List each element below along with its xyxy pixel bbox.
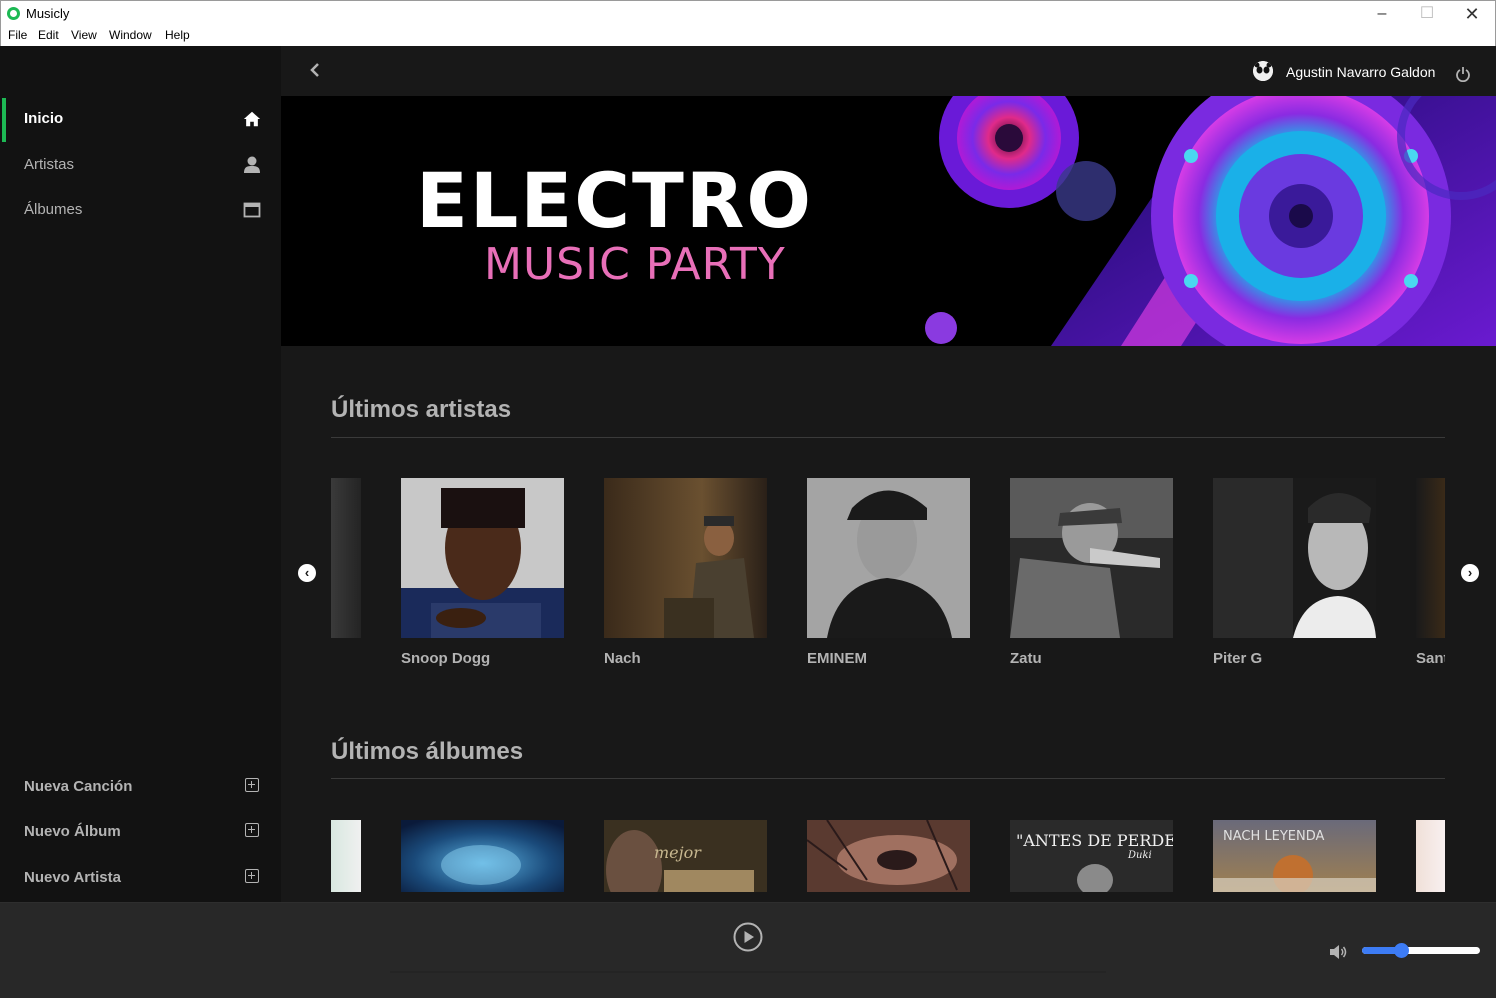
chevron-right-icon: › — [1467, 565, 1473, 580]
plus-square-icon — [245, 869, 259, 883]
power-icon[interactable] — [1455, 66, 1471, 82]
new-artist-label: Nuevo Artista — [24, 869, 121, 886]
album-text: NACH LEYENDA — [1223, 829, 1324, 844]
album-text: mejor — [654, 843, 702, 862]
user-name[interactable]: Agustin Navarro Galdon — [1286, 64, 1435, 80]
artist-card[interactable]: Sant — [1416, 478, 1445, 678]
section-divider — [331, 778, 1445, 779]
album-text: Duki — [1127, 850, 1152, 861]
menu-file[interactable]: File — [8, 28, 27, 42]
section-divider — [331, 437, 1445, 438]
artist-image[interactable] — [1010, 478, 1173, 638]
sidebar-item-artistas[interactable]: Artistas — [0, 144, 281, 188]
hero-banner: ELECTRO MUSIC PARTY — [281, 96, 1496, 346]
menu-bar: File Edit View Window Help — [0, 26, 1496, 46]
artist-image-partial[interactable] — [331, 478, 361, 638]
artist-image[interactable] — [807, 478, 970, 638]
plus-square-icon — [245, 823, 259, 837]
window-title: Musicly — [26, 6, 70, 21]
albums-section-title: Últimos álbumes — [331, 738, 524, 765]
sidebar: Inicio Artistas Álbumes Nueva Canción Nu… — [0, 46, 281, 902]
new-album-label: Nuevo Álbum — [24, 823, 121, 840]
album-icon — [243, 202, 261, 218]
sidebar-item-label: Álbumes — [24, 201, 83, 218]
artist-name: Piter G — [1213, 650, 1263, 667]
album-text: "ANTES DE PERDERTE" — [1016, 831, 1173, 850]
album-cover[interactable]: NACH LEYENDA — [1213, 820, 1376, 892]
artist-image[interactable] — [1416, 478, 1445, 638]
plus-square-icon — [245, 778, 259, 792]
volume-slider[interactable] — [1362, 943, 1480, 958]
carousel-prev-button[interactable]: ‹ — [298, 564, 316, 582]
maximize-button[interactable]: ☐ — [1404, 1, 1450, 27]
sidebar-item-label: Artistas — [24, 156, 75, 173]
artist-name: Sant — [1416, 650, 1445, 667]
sidebar-item-label: Inicio — [24, 110, 64, 127]
volume-icon[interactable] — [1328, 943, 1348, 961]
artist-image[interactable] — [1213, 478, 1376, 638]
app-logo-icon — [7, 7, 20, 20]
sidebar-item-albumes[interactable]: Álbumes — [0, 189, 281, 233]
album-cover[interactable] — [401, 820, 564, 892]
avatar[interactable] — [1253, 61, 1273, 81]
menu-edit[interactable]: Edit — [38, 28, 59, 42]
menu-view[interactable]: View — [71, 28, 97, 42]
artist-image[interactable] — [401, 478, 564, 638]
player-bar — [0, 902, 1496, 998]
album-cover[interactable] — [807, 820, 970, 892]
minimize-button[interactable]: – — [1359, 1, 1405, 27]
play-button[interactable] — [733, 922, 763, 952]
new-artist-button[interactable]: Nuevo Artista — [0, 859, 281, 899]
menu-window[interactable]: Window — [109, 28, 152, 42]
artists-section-title: Últimos artistas — [331, 396, 512, 423]
top-header: Agustin Navarro Galdon — [281, 46, 1496, 96]
progress-bar[interactable] — [390, 971, 1106, 973]
artist-name: EMINEM — [807, 650, 867, 667]
artist-name: Zatu — [1010, 650, 1042, 667]
new-song-button[interactable]: Nueva Canción — [0, 768, 281, 808]
new-song-label: Nueva Canción — [24, 778, 133, 795]
artist-name: Nach — [604, 650, 641, 667]
album-cover-partial[interactable] — [331, 820, 361, 892]
new-album-button[interactable]: Nuevo Álbum — [0, 813, 281, 853]
volume-slider-thumb[interactable] — [1393, 943, 1409, 958]
menu-help[interactable]: Help — [165, 28, 190, 42]
album-cover-partial[interactable] — [1416, 820, 1445, 892]
artist-image[interactable] — [604, 478, 767, 638]
banner-subtitle: MUSIC PARTY — [484, 239, 786, 290]
carousel-next-button[interactable]: › — [1461, 564, 1479, 582]
back-button[interactable] — [305, 58, 325, 82]
banner-title: ELECTRO — [416, 156, 814, 245]
artist-name: Snoop Dogg — [401, 650, 491, 667]
speaker-artwork — [921, 96, 1496, 346]
home-icon — [243, 111, 261, 127]
album-cover[interactable]: mejor — [604, 820, 767, 892]
user-icon — [244, 156, 260, 173]
close-button[interactable]: ✕ — [1449, 1, 1495, 27]
album-cover[interactable]: "ANTES DE PERDERTE" Duki — [1010, 820, 1173, 892]
sidebar-item-inicio[interactable]: Inicio — [0, 98, 281, 142]
window-titlebar: Musicly – ☐ ✕ — [0, 0, 1496, 26]
chevron-left-icon: ‹ — [304, 565, 310, 580]
